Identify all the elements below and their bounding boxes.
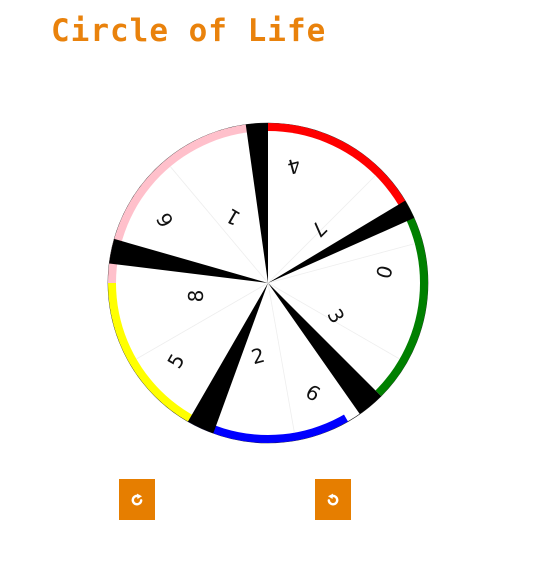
game-screen: Circle of Life 4703625861 [0, 0, 557, 581]
rotate-clockwise-button[interactable] [119, 479, 155, 520]
circle-of-life-wheel: 470362586 1 [107, 122, 429, 444]
rotate-counterclockwise-button[interactable] [315, 479, 351, 520]
slice-number: 8 [184, 290, 208, 303]
rotate-counterclockwise-icon [327, 493, 339, 505]
rotate-clockwise-icon [131, 493, 143, 505]
